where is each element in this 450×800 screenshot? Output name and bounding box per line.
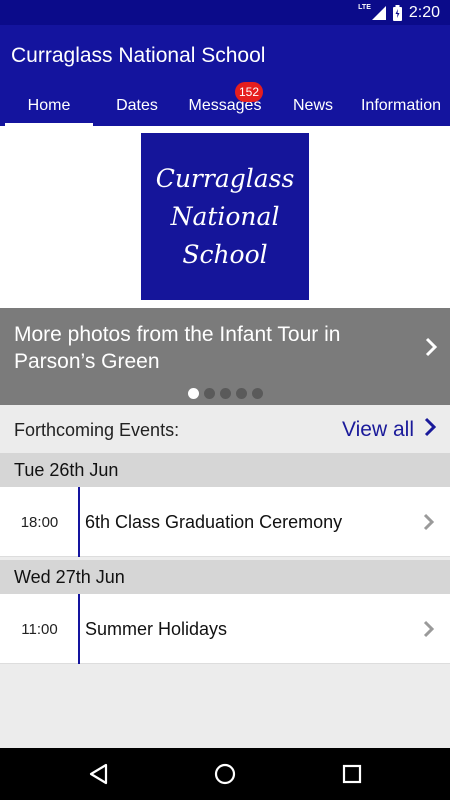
tab-home[interactable]: Home bbox=[5, 85, 93, 126]
event-title: Summer Holidays bbox=[85, 618, 228, 639]
app-title: Curraglass National School bbox=[11, 44, 266, 67]
event-time: 18:00 bbox=[20, 513, 59, 531]
logo-line-2: National bbox=[170, 201, 280, 231]
view-all-button[interactable]: View all bbox=[342, 417, 437, 443]
events-header: Forthcoming Events: View all bbox=[0, 405, 450, 453]
carousel-dot[interactable] bbox=[187, 388, 199, 399]
carousel-dot[interactable] bbox=[219, 388, 231, 399]
chevron-right-icon bbox=[423, 620, 435, 643]
logo-line-3: School bbox=[182, 239, 268, 269]
status-clock: 2:20 bbox=[408, 3, 440, 21]
carousel-dots bbox=[0, 388, 450, 399]
events-heading: Forthcoming Events: bbox=[14, 420, 180, 440]
signal-icon bbox=[371, 5, 386, 20]
chevron-right-icon bbox=[423, 513, 435, 536]
app-bar: Curraglass National School Home Dates Me… bbox=[0, 25, 450, 126]
view-all-label: View all bbox=[342, 418, 414, 441]
chevron-right-icon bbox=[424, 417, 437, 443]
back-icon[interactable] bbox=[87, 762, 109, 791]
tab-news[interactable]: News bbox=[269, 85, 357, 126]
tab-information-label: Information bbox=[360, 96, 442, 114]
carousel-dot[interactable] bbox=[235, 388, 247, 399]
carousel-dot[interactable] bbox=[203, 388, 215, 399]
event-divider bbox=[78, 594, 80, 664]
event-row[interactable]: 18:00 6th Class Graduation Ceremony bbox=[0, 487, 450, 557]
school-logo: Curraglass National School bbox=[141, 133, 309, 300]
status-bar: LTE 2:20 bbox=[0, 0, 450, 25]
tab-home-label: Home bbox=[27, 96, 71, 114]
chevron-right-icon[interactable] bbox=[424, 336, 438, 363]
system-nav-bar bbox=[0, 748, 450, 800]
tab-bar: Home Dates Messages 152 News Information bbox=[0, 82, 450, 126]
logo-line-1: Curraglass bbox=[155, 163, 295, 193]
day-date: Wed 27th Jun bbox=[14, 566, 125, 587]
recents-icon[interactable] bbox=[341, 762, 363, 791]
event-row[interactable]: 11:00 Summer Holidays bbox=[0, 594, 450, 664]
home-icon[interactable] bbox=[213, 762, 237, 791]
carousel-dot[interactable] bbox=[251, 388, 263, 399]
day-date: Tue 26th Jun bbox=[14, 459, 119, 480]
tab-news-label: News bbox=[292, 96, 333, 114]
tab-dates-label: Dates bbox=[116, 96, 158, 114]
day-header: Tue 26th Jun bbox=[0, 453, 450, 487]
event-divider bbox=[78, 487, 80, 557]
tab-information[interactable]: Information bbox=[355, 85, 447, 126]
messages-count-badge: 152 bbox=[235, 82, 264, 102]
carousel-caption[interactable]: More photos from the Infant Tour in Pars… bbox=[14, 321, 394, 375]
event-title: 6th Class Graduation Ceremony bbox=[85, 511, 343, 532]
tab-dates[interactable]: Dates bbox=[93, 85, 181, 126]
logo-banner: Curraglass National School bbox=[0, 126, 450, 308]
event-time: 11:00 bbox=[21, 620, 58, 638]
battery-icon bbox=[392, 4, 402, 21]
news-carousel[interactable]: More photos from the Infant Tour in Pars… bbox=[0, 308, 450, 405]
tab-messages[interactable]: Messages 152 bbox=[181, 82, 269, 126]
day-header: Wed 27th Jun bbox=[0, 560, 450, 594]
network-type: LTE bbox=[358, 4, 371, 11]
